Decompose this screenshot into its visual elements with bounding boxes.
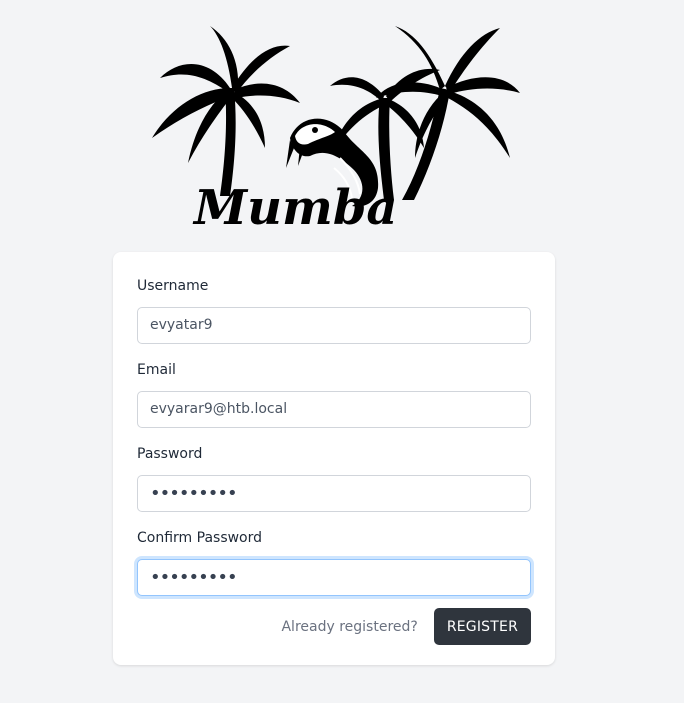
password-field-group: Password ••••••••• [137,444,531,512]
brand-text: Mumba [192,180,397,234]
email-field-group: Email evyarar9@htb.local [137,360,531,428]
username-field-group: Username evyatar9 [137,276,531,344]
palm-trees-snake-logo-icon: Mumba [152,26,520,234]
confirm-password-field-group: Confirm Password ••••••••• [137,528,531,596]
username-input[interactable]: evyatar9 [137,307,531,344]
brand-logo: Mumba [140,18,540,234]
email-input[interactable]: evyarar9@htb.local [137,391,531,428]
password-input[interactable]: ••••••••• [137,475,531,512]
form-actions: Already registered? REGISTER [281,608,531,645]
confirm-password-input[interactable]: ••••••••• [137,559,531,596]
already-registered-link[interactable]: Already registered? [281,619,417,635]
register-card: Username evyatar9 Email evyarar9@htb.loc… [113,252,555,665]
username-label: Username [137,278,209,294]
email-label: Email [137,362,176,378]
confirm-password-label: Confirm Password [137,530,263,546]
password-label: Password [137,446,203,462]
register-button[interactable]: REGISTER [433,608,531,645]
